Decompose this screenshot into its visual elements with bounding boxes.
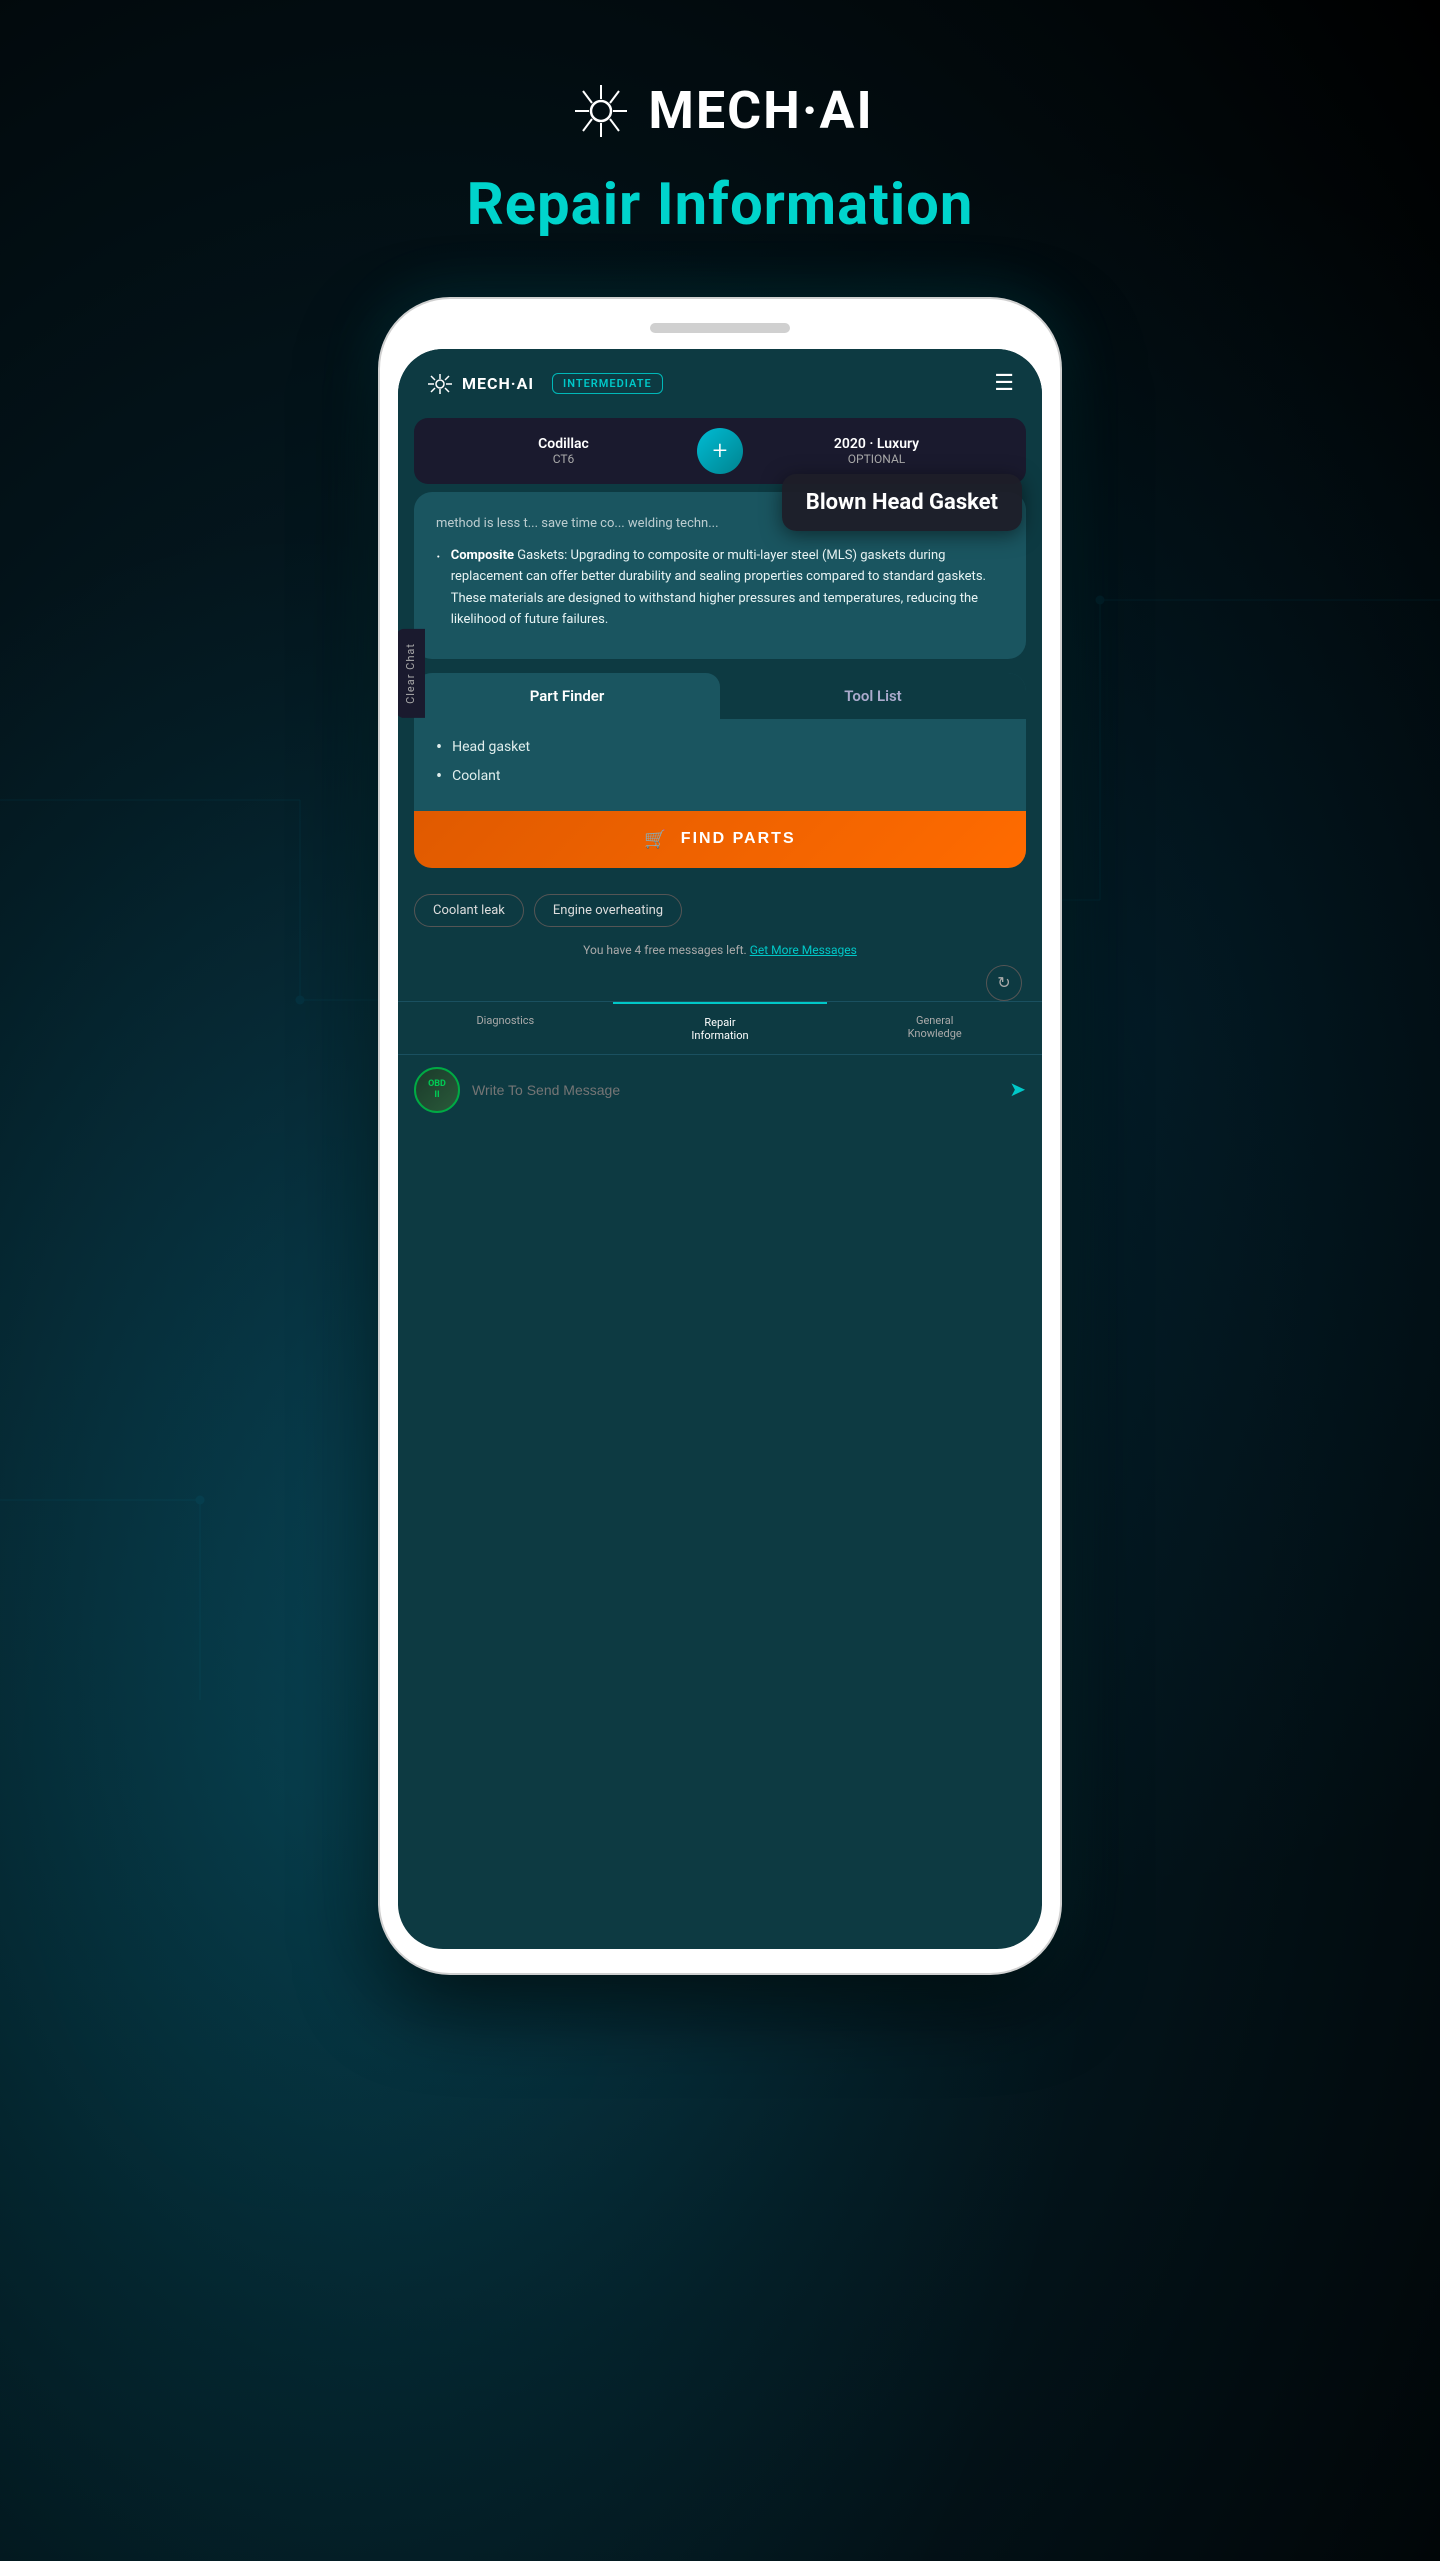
cart-icon: 🛒 [644, 829, 668, 850]
add-car-button[interactable]: + [697, 428, 743, 474]
find-parts-button[interactable]: 🛒 FIND PARTS [414, 811, 1026, 868]
free-messages-bar: You have 4 free messages left. Get More … [398, 935, 1042, 965]
suggestion-chips: Coolant leak Engine overheating [398, 880, 1042, 935]
nav-diagnostics-label: Diagnostics [406, 1014, 605, 1027]
nav-general-knowledge[interactable]: General Knowledge [827, 1002, 1042, 1054]
hamburger-menu-icon[interactable]: ☰ [994, 371, 1014, 396]
top-logo-text: MECH·AI [648, 80, 873, 141]
parts-list-item-2: Coolant [436, 766, 1004, 787]
get-more-messages-link[interactable]: Get More Messages [750, 943, 857, 957]
phone-frame: Clear Chat [380, 299, 1060, 1973]
phone-screen: Clear Chat [398, 349, 1042, 1949]
nav-repair-info-label2: Information [621, 1029, 820, 1042]
find-parts-label: FIND PARTS [681, 830, 796, 848]
header-logo-text: MECH·AI [462, 374, 534, 393]
phone-mockup: Clear Chat [380, 299, 1060, 1973]
chip-engine-overheating[interactable]: Engine overheating [534, 894, 682, 927]
car-model: CT6 [430, 452, 697, 466]
car-info-left: Codillac CT6 [430, 436, 697, 466]
message-input-area: OBDII ➤ [398, 1054, 1042, 1125]
refresh-button[interactable]: ↻ [986, 965, 1022, 1001]
obd-label: OBDII [428, 1079, 446, 1101]
tab-part-finder[interactable]: Part Finder [414, 673, 720, 719]
parts-list: Head gasket Coolant [414, 719, 1026, 803]
obd-avatar: OBDII [414, 1067, 460, 1113]
bottom-nav: Diagnostics Repair Information General K… [398, 1001, 1042, 1054]
car-year: 2020 · Luxury [743, 436, 1010, 452]
nav-repair-info-label1: Repair [621, 1016, 820, 1029]
parts-card: Part Finder Tool List Head gasket Coolan… [414, 673, 1026, 868]
mech-ai-top-icon [566, 81, 636, 141]
car-name: Codillac [430, 436, 697, 452]
sidebar-clear-chat[interactable]: Clear Chat [398, 629, 425, 718]
chip-coolant-leak[interactable]: Coolant leak [414, 894, 524, 927]
parts-list-item-1: Head gasket [436, 737, 1004, 758]
header-logo-icon [426, 372, 454, 396]
nav-diagnostics[interactable]: Diagnostics [398, 1002, 613, 1054]
bullet-text-composite: Composite Gaskets: Upgrading to composit… [451, 545, 1004, 631]
nav-general-label2: Knowledge [835, 1027, 1034, 1040]
blown-head-gasket-tooltip: Blown Head Gasket [782, 474, 1022, 531]
tab-tool-list[interactable]: Tool List [720, 673, 1026, 719]
bold-composite: Composite [451, 548, 514, 563]
bullet-dot: · [436, 545, 441, 570]
car-trim: OPTIONAL [743, 452, 1010, 466]
parts-tabs: Part Finder Tool List [414, 673, 1026, 719]
app-header: MECH·AI INTERMEDIATE ☰ [398, 349, 1042, 410]
send-icon: ➤ [1009, 1079, 1026, 1101]
chat-area: Blown Head Gasket method is less t... sa… [398, 492, 1042, 880]
phone-notch [650, 323, 790, 333]
nav-general-label1: General [835, 1014, 1034, 1027]
header-badge: INTERMEDIATE [552, 373, 663, 394]
page-title: Repair Information [467, 171, 974, 239]
send-button[interactable]: ➤ [1009, 1077, 1026, 1102]
header-logo: MECH·AI INTERMEDIATE [426, 372, 663, 396]
top-logo-area: MECH·AI [566, 80, 873, 141]
message-input-field[interactable] [472, 1082, 997, 1098]
nav-repair-info[interactable]: Repair Information [613, 1002, 828, 1054]
refresh-area: ↻ [398, 965, 1042, 1001]
bullet-composite: · Composite Gaskets: Upgrading to compos… [436, 545, 1004, 631]
car-info-right: 2020 · Luxury OPTIONAL [743, 436, 1010, 466]
free-messages-text: You have 4 free messages left. [583, 943, 747, 957]
